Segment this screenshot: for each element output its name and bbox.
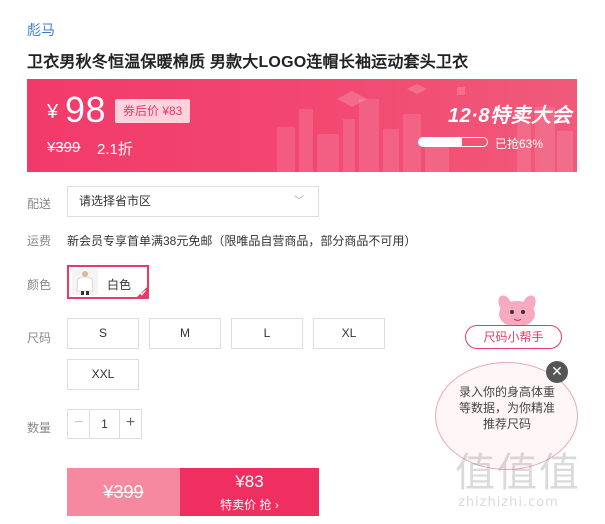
quantity-increase-button[interactable]: + [119, 410, 141, 438]
chevron-down-icon: ﹀ [294, 196, 304, 207]
watermark-url: zhizhizhi.com [458, 495, 559, 510]
coupon-price-badge: 券后价 ¥83 [115, 99, 191, 123]
region-select[interactable]: 请选择省市区 ﹀ [67, 186, 319, 217]
brand-link[interactable]: 彪马 [27, 20, 55, 40]
size-option-l[interactable]: L [231, 318, 303, 349]
currency-symbol: ¥ [47, 101, 59, 123]
size-label: 尺码 [27, 331, 52, 345]
flash-sale-label: 特卖价 抢 › [220, 498, 279, 512]
hoodie-thumbnail [72, 269, 98, 295]
price-banner: ¥ 98 券后价 ¥83 ¥399 2.1折 12·8特卖大会 已抢63% [27, 79, 577, 172]
color-label: 颜色 [27, 278, 52, 292]
original-price: ¥399 [47, 139, 81, 156]
size-option-xl[interactable]: XL [313, 318, 385, 349]
close-icon[interactable]: ✕ [546, 361, 568, 383]
size-helper-tag[interactable]: 尺码小帮手 [465, 325, 562, 349]
quantity-stepper: − 1 + [67, 409, 142, 439]
original-price-button-label: ¥399 [103, 482, 144, 502]
quantity-label: 数量 [27, 421, 52, 435]
color-option-white[interactable]: 白色 ✔ [67, 265, 149, 299]
discount-label: 2.1折 [97, 141, 133, 158]
quantity-input[interactable]: 1 [90, 410, 119, 438]
shipping-label: 运费 [27, 234, 52, 248]
watermark-logo: 值值值 [455, 450, 581, 496]
quantity-decrease-button[interactable]: − [68, 410, 90, 438]
sold-percentage: 已抢63% [495, 137, 544, 151]
sold-progress-fill [419, 138, 462, 146]
size-option-m[interactable]: M [149, 318, 221, 349]
check-icon: ✔ [139, 288, 147, 298]
flash-sale-buy-button[interactable]: ¥83 特卖价 抢 › [180, 468, 319, 516]
size-helper-text: 录入你的身高体重等数据，为你精准推荐尺码 [458, 385, 555, 431]
sold-progress-bar [418, 137, 488, 147]
product-title: 卫衣男秋冬恒温保暖棉质 男款大LOGO连帽长袖运动套头卫衣 [27, 54, 469, 71]
original-price-button[interactable]: ¥399 [67, 468, 180, 516]
flash-sale-price: ¥83 [235, 472, 264, 491]
shipping-info: 新会员专享首单满38元免邮（限唯品自营商品，部分商品不可用） [67, 234, 417, 248]
event-title: 12·8特卖大会 [448, 105, 573, 127]
color-option-label: 白色 [107, 278, 132, 292]
size-option-s[interactable]: S [67, 318, 139, 349]
site-watermark: 值值值 zhizhizhi.com [455, 440, 600, 520]
region-select-placeholder: 请选择省市区 [79, 194, 152, 208]
mascot-icon [498, 295, 536, 327]
size-option-xxl[interactable]: XXL [67, 359, 139, 390]
delivery-label: 配送 [27, 197, 52, 211]
sale-price: 98 [65, 89, 107, 130]
